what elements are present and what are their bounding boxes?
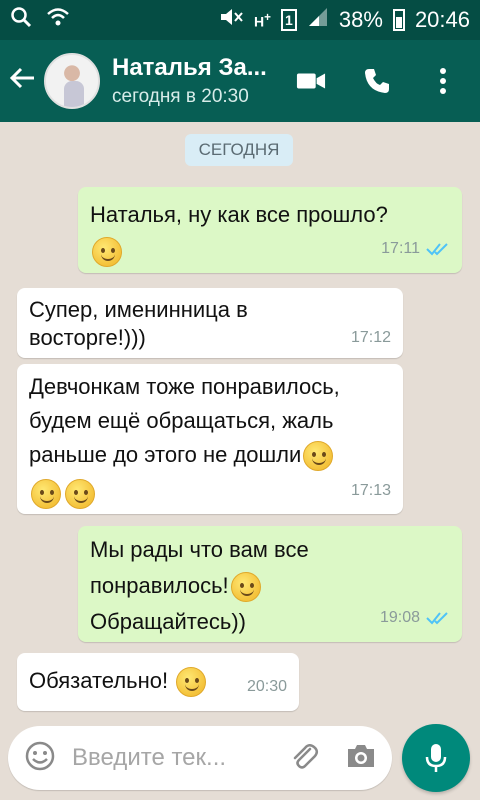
- message-time: 17:11: [381, 240, 420, 257]
- message-time: 19:08: [379, 609, 420, 626]
- message-text: Наталья, ну как все прошло?: [90, 202, 388, 227]
- emoji-icon[interactable]: [24, 740, 56, 777]
- message-time: 17:13: [350, 482, 391, 499]
- mic-icon: [425, 744, 447, 772]
- mute-icon: [218, 6, 244, 34]
- smiley-icon: [303, 441, 334, 472]
- signal-icon: [307, 6, 329, 34]
- message-text: Мы рады что вам все понравилось!: [90, 537, 309, 598]
- battery-percent: 38%: [338, 7, 383, 32]
- message-text: Супер, именинница в восторге!))): [29, 297, 248, 350]
- message-text-2: Обращайтесь)): [90, 609, 246, 634]
- more-vert-icon[interactable]: [428, 66, 458, 96]
- last-seen: сегодня в 20:30: [112, 86, 249, 107]
- sim-badge: 1: [280, 9, 297, 31]
- message-incoming[interactable]: Девчонкам тоже понравилось, будем ещё об…: [17, 364, 403, 514]
- message-time: 17:12: [350, 329, 391, 346]
- chat-header: Наталья За... сегодня в 20:30: [0, 40, 480, 122]
- wifi-icon: [46, 7, 70, 33]
- battery-icon: [392, 9, 405, 31]
- mic-button[interactable]: [402, 724, 470, 792]
- date-chip: СЕГОДНЯ: [185, 134, 293, 166]
- contact-name: Наталья За...: [112, 54, 267, 81]
- avatar[interactable]: [44, 53, 100, 109]
- compose-pill: [8, 726, 392, 790]
- double-check-icon: [426, 612, 448, 625]
- message-input[interactable]: [72, 744, 272, 772]
- smiley-icon: [31, 479, 61, 510]
- contact-info[interactable]: Наталья За... сегодня в 20:30: [112, 54, 292, 108]
- message-text: Обязательно!: [29, 668, 169, 693]
- attach-icon[interactable]: [288, 740, 320, 777]
- smiley-icon: [92, 237, 122, 268]
- message-incoming[interactable]: Супер, именинница в восторге!))) 17:12: [17, 288, 403, 358]
- smiley-icon: [176, 667, 207, 698]
- chat-area[interactable]: СЕГОДНЯ Наталья, ну как все прошло? 17:1…: [0, 122, 480, 720]
- message-incoming[interactable]: Обязательно! 20:30: [17, 653, 299, 711]
- search-icon: [10, 6, 32, 34]
- smiley-icon: [65, 479, 95, 510]
- camera-icon[interactable]: [346, 742, 376, 775]
- back-arrow-icon[interactable]: [8, 64, 44, 98]
- compose-bar: [0, 720, 480, 800]
- message-outgoing[interactable]: Мы рады что вам все понравилось! Обращай…: [78, 526, 462, 642]
- double-check-icon: [426, 243, 448, 256]
- clock: 20:46: [414, 7, 470, 32]
- message-outgoing[interactable]: Наталья, ну как все прошло? 17:11: [78, 187, 462, 273]
- video-call-icon[interactable]: [296, 66, 326, 96]
- phone-icon[interactable]: [362, 66, 392, 96]
- status-bar: H+ 1 38% 20:46: [0, 0, 480, 40]
- message-text: Девчонкам тоже понравилось, будем ещё об…: [29, 374, 340, 467]
- message-time: 20:30: [246, 678, 287, 695]
- smiley-icon: [230, 572, 261, 603]
